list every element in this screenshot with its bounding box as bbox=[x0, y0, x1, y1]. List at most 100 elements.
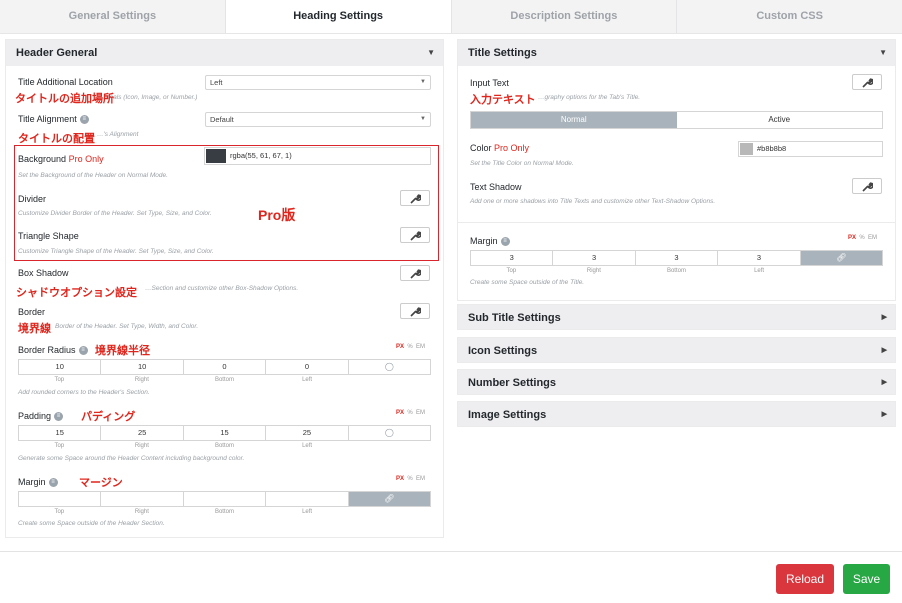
border-radius-bottom-input[interactable]: 0 bbox=[184, 360, 267, 374]
header-margin-top-input[interactable] bbox=[19, 492, 102, 506]
info-icon[interactable]: ≡ bbox=[79, 115, 89, 125]
sub-title-settings-section[interactable]: Sub Title Settings ▶ bbox=[457, 304, 896, 330]
border-radius-top-input[interactable]: 10 bbox=[19, 360, 102, 374]
unit-percent[interactable]: % bbox=[859, 235, 864, 241]
title-margin-left-input[interactable]: 3 bbox=[718, 251, 801, 265]
active-mode-tab[interactable]: Active bbox=[676, 112, 882, 128]
border-radius-right-input[interactable]: 10 bbox=[101, 360, 184, 374]
tab-custom-css[interactable]: Custom CSS bbox=[677, 0, 902, 33]
caret-right-icon: ▶ bbox=[881, 314, 887, 321]
input-text-edit-button[interactable] bbox=[852, 74, 882, 90]
chevron-down-icon: ▼ bbox=[420, 79, 426, 85]
caret-right-icon: ▶ bbox=[881, 379, 887, 386]
info-icon[interactable]: ≡ bbox=[500, 237, 510, 247]
info-icon[interactable]: ≡ bbox=[78, 346, 88, 356]
divider-edit-button[interactable] bbox=[400, 190, 430, 206]
unit-percent[interactable]: % bbox=[407, 476, 412, 482]
background-swatch[interactable] bbox=[206, 149, 226, 163]
background-color-input[interactable]: rgba(55, 61, 67, 1) bbox=[204, 147, 431, 165]
title-margin-top-input[interactable]: 3 bbox=[471, 251, 554, 265]
background-label: Background Pro Only bbox=[18, 154, 104, 164]
unit-em[interactable]: EM bbox=[868, 235, 877, 241]
title-settings-heading[interactable]: Title Settings ▼ bbox=[458, 40, 895, 66]
tab-heading-settings[interactable]: Heading Settings bbox=[225, 0, 452, 33]
unit-percent[interactable]: % bbox=[407, 344, 412, 350]
info-icon[interactable]: ≡ bbox=[48, 478, 58, 488]
triangle-edit-button[interactable] bbox=[400, 227, 430, 243]
settings-tabs: General Settings Heading Settings Descri… bbox=[0, 0, 902, 34]
padding-bottom-input[interactable]: 15 bbox=[184, 426, 267, 440]
jp-annotation-title-location: タイトルの追加場所 bbox=[15, 93, 114, 105]
wrench-icon bbox=[410, 231, 421, 241]
unit-em[interactable]: EM bbox=[416, 476, 425, 482]
unit-px[interactable]: PX bbox=[848, 235, 856, 241]
section-title: Icon Settings bbox=[468, 345, 538, 357]
padding-side-labels: Top Right Bottom Left bbox=[18, 443, 431, 449]
padding-top-input[interactable]: 15 bbox=[19, 426, 102, 440]
number-settings-section[interactable]: Number Settings ▶ bbox=[457, 369, 896, 395]
box-shadow-edit-button[interactable] bbox=[400, 265, 430, 281]
unit-em[interactable]: EM bbox=[416, 344, 425, 350]
unit-em[interactable]: EM bbox=[416, 410, 425, 416]
info-icon[interactable]: ≡ bbox=[54, 412, 64, 422]
unit-percent[interactable]: % bbox=[407, 410, 412, 416]
header-general-heading[interactable]: Header General ▼ bbox=[6, 40, 443, 66]
text-shadow-hint: Add one or more shadows into Title Texts… bbox=[470, 198, 716, 205]
border-edit-button[interactable] bbox=[400, 303, 430, 319]
background-value: rgba(55, 61, 67, 1) bbox=[230, 151, 292, 160]
header-margin-side-labels: Top Right Bottom Left bbox=[18, 509, 431, 515]
border-radius-side-labels: Top Right Bottom Left bbox=[18, 377, 431, 383]
jp-annotation-box-shadow: シャドウオプション設定 bbox=[16, 287, 137, 299]
reload-button[interactable]: Reload bbox=[776, 564, 834, 594]
padding-text: Padding bbox=[18, 411, 52, 421]
image-settings-section[interactable]: Image Settings ▶ bbox=[457, 401, 896, 427]
unlink-icon[interactable]: ◯ bbox=[349, 360, 430, 374]
link-icon[interactable]: 🔗︎ bbox=[800, 251, 883, 265]
header-margin-bottom-input[interactable] bbox=[184, 492, 267, 506]
title-margin-right-input[interactable]: 3 bbox=[553, 251, 636, 265]
title-location-select[interactable]: Left ▼ bbox=[205, 75, 431, 90]
header-margin-right-input[interactable] bbox=[101, 492, 184, 506]
title-margin-bottom-input[interactable]: 3 bbox=[636, 251, 719, 265]
link-icon[interactable]: 🔗︎ bbox=[348, 492, 431, 506]
title-color-swatch[interactable] bbox=[740, 143, 753, 155]
divider-label: Divider bbox=[18, 194, 47, 204]
color-text: Color bbox=[470, 143, 492, 153]
border-radius-text: Border Radius bbox=[18, 345, 76, 355]
title-alignment-select[interactable]: Default ▼ bbox=[205, 112, 431, 127]
save-button[interactable]: Save bbox=[843, 564, 890, 594]
border-radius-units: PX % EM bbox=[396, 344, 425, 350]
icon-settings-section[interactable]: Icon Settings ▶ bbox=[457, 337, 896, 363]
tab-general-settings[interactable]: General Settings bbox=[0, 0, 226, 33]
divider-hint: Customize Divider Border of the Header. … bbox=[18, 210, 212, 217]
unlink-icon[interactable]: ◯ bbox=[349, 426, 430, 440]
header-margin-left-input[interactable] bbox=[266, 492, 349, 506]
side-label: Bottom bbox=[666, 268, 686, 274]
border-radius-left-input[interactable]: 0 bbox=[266, 360, 349, 374]
title-alignment-text: Title Alignment bbox=[18, 114, 77, 124]
title-color-input[interactable]: #b8b8b8 bbox=[738, 141, 883, 157]
unit-px[interactable]: PX bbox=[396, 410, 404, 416]
select-value: Default bbox=[210, 115, 234, 124]
title-margin-hint: Create some Space outside of the Title. bbox=[470, 279, 585, 286]
unit-px[interactable]: PX bbox=[396, 476, 404, 482]
title-margin-text: Margin bbox=[470, 236, 498, 246]
panel-title: Title Settings bbox=[468, 47, 537, 59]
padding-left-input[interactable]: 25 bbox=[266, 426, 349, 440]
text-shadow-edit-button[interactable] bbox=[852, 178, 882, 194]
header-margin-hint: Create some Space outside of the Header … bbox=[18, 520, 165, 527]
input-text-label: Input Text bbox=[470, 78, 509, 88]
section-title: Image Settings bbox=[468, 409, 547, 421]
side-label: Right bbox=[134, 443, 149, 449]
pro-version-note: Pro版 bbox=[258, 207, 296, 223]
unit-px[interactable]: PX bbox=[396, 344, 404, 350]
jp-annotation-input-text: 入力テキスト bbox=[470, 94, 536, 106]
box-shadow-label: Box Shadow bbox=[18, 268, 69, 278]
jp-annotation-border-radius: 境界線半径 bbox=[95, 345, 150, 357]
normal-mode-tab[interactable]: Normal bbox=[471, 112, 677, 128]
padding-right-input[interactable]: 25 bbox=[101, 426, 184, 440]
tab-description-settings[interactable]: Description Settings bbox=[451, 0, 678, 33]
